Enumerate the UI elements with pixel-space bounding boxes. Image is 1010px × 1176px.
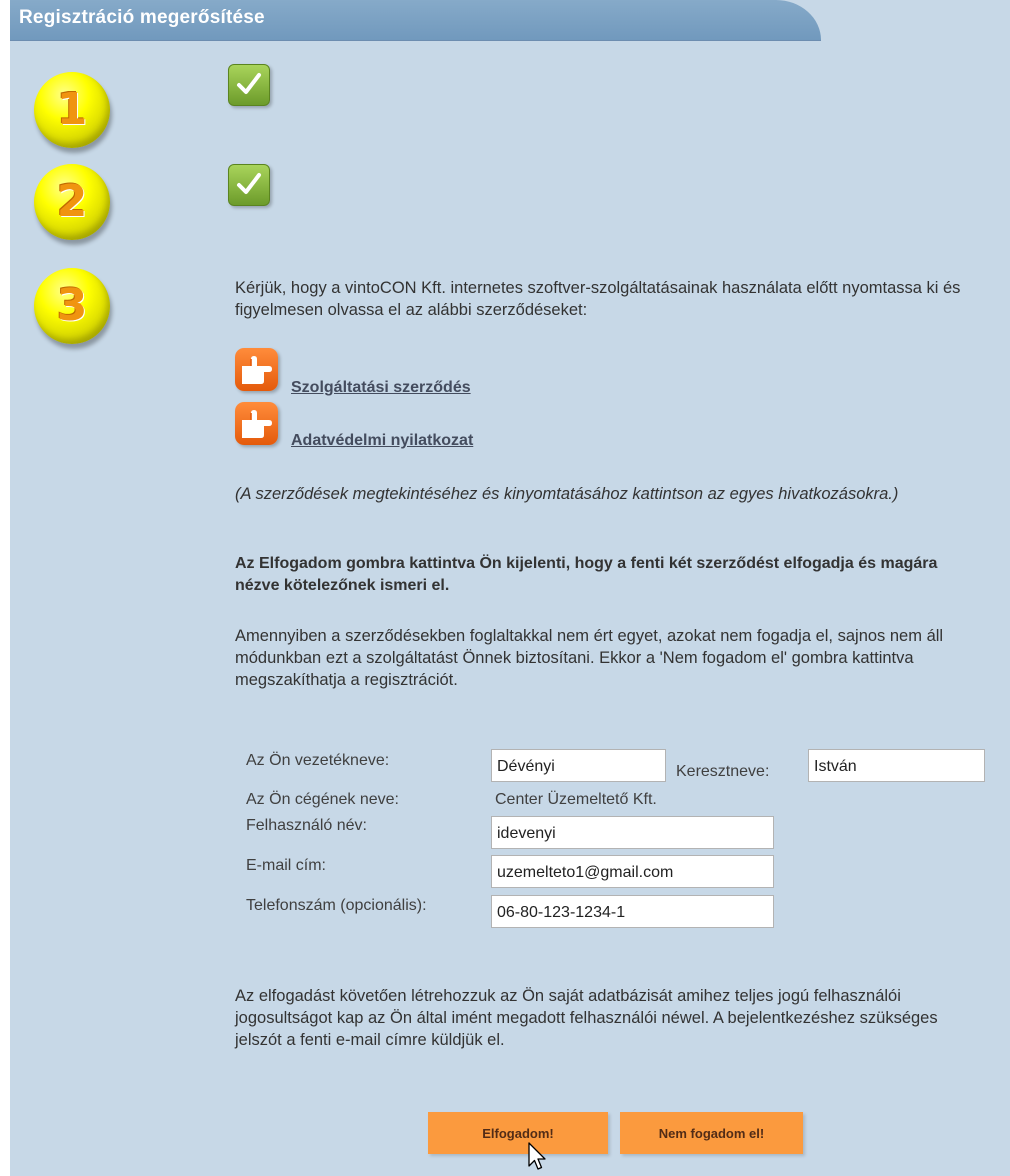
step-1-badge: 1 bbox=[34, 72, 110, 148]
step-3-badge: 3 bbox=[34, 268, 110, 344]
last-name-field[interactable] bbox=[491, 749, 666, 782]
checkmark-icon bbox=[237, 73, 261, 94]
last-name-label: Az Ön vezetékneve: bbox=[246, 752, 390, 769]
first-name-field[interactable] bbox=[808, 749, 985, 782]
intro-text: Kérjük, hogy a vintoCON Kft. internetes … bbox=[235, 279, 961, 319]
pointing-hand-icon bbox=[242, 410, 272, 438]
company-value: Center Üzemeltető Kft. bbox=[495, 791, 657, 808]
page-header: Regisztráció megerősítése bbox=[10, 0, 821, 41]
privacy-statement-link[interactable]: Adatvédelmi nyilatkozat bbox=[291, 432, 473, 450]
phone-field[interactable] bbox=[491, 895, 774, 928]
first-name-label: Keresztneve: bbox=[676, 763, 770, 780]
mouse-pointer-icon bbox=[528, 1142, 546, 1170]
step-2-check-icon bbox=[228, 164, 270, 206]
email-field[interactable] bbox=[491, 855, 774, 888]
step-2-number: 2 bbox=[56, 176, 88, 227]
privacy-statement-hand-icon[interactable] bbox=[235, 402, 278, 445]
page-title: Regisztráció megerősítése bbox=[19, 7, 265, 28]
service-contract-link[interactable]: Szolgáltatási szerződés bbox=[291, 379, 471, 397]
phone-label: Telefonszám (opcionális): bbox=[246, 897, 427, 914]
footer-text: Az elfogadást követően létrehozzuk az Ön… bbox=[235, 987, 938, 1049]
checkmark-icon bbox=[237, 173, 261, 194]
email-label: E-mail cím: bbox=[246, 857, 326, 874]
step-1-number: 1 bbox=[56, 84, 88, 135]
decline-button[interactable]: Nem fogadom el! bbox=[620, 1112, 803, 1154]
username-label: Felhasználó név: bbox=[246, 817, 367, 834]
accept-notice: Az Elfogadom gombra kattintva Ön kijelen… bbox=[235, 555, 938, 594]
pointing-hand-icon bbox=[242, 356, 272, 384]
decline-notice: Amennyiben a szerződésekben foglaltakkal… bbox=[235, 627, 944, 689]
step-2-badge: 2 bbox=[34, 164, 110, 240]
documents-hint: (A szerződések megtekintéséhez és kinyom… bbox=[235, 485, 899, 503]
company-label: Az Ön cégének neve: bbox=[246, 791, 399, 808]
step-1-check-icon bbox=[228, 64, 270, 106]
username-field[interactable] bbox=[491, 816, 774, 849]
accept-button[interactable]: Elfogadom! bbox=[428, 1112, 608, 1154]
service-contract-hand-icon[interactable] bbox=[235, 348, 278, 391]
registration-confirmation-panel: Regisztráció megerősítése 1 2 3 Kérjük, … bbox=[10, 0, 1010, 1176]
step-3-number: 3 bbox=[56, 280, 88, 331]
